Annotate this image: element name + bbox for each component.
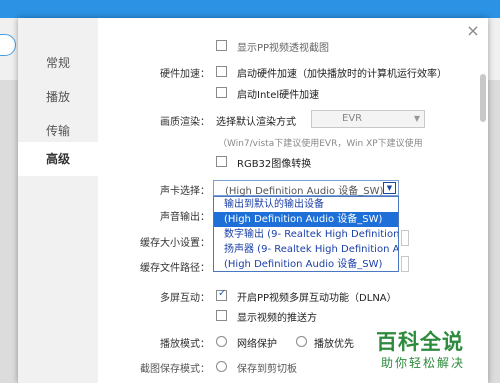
- screenshot-radio[interactable]: [216, 361, 227, 372]
- dropdown-option-selected[interactable]: (High Definition Audio 设备_SW): [214, 212, 398, 227]
- play-mode-network-option: 网络保护: [237, 339, 277, 350]
- intel-accel-option: 启动Intel硬件加速: [237, 90, 320, 101]
- sidebar-item-playback[interactable]: 播放: [18, 80, 98, 114]
- intel-accel-checkbox[interactable]: [216, 87, 227, 98]
- play-mode-play-radio[interactable]: [296, 336, 307, 347]
- render-hint: （Win7/vista下建议使用EVR，Win XP下建议使用: [218, 139, 423, 149]
- chevron-down-icon: ▼: [413, 114, 420, 123]
- rgb32-option: RGB32图像转换: [237, 159, 312, 170]
- play-mode-play-option: 播放优先: [314, 339, 354, 350]
- dropdown-option[interactable]: 输出到默认的输出设备: [214, 197, 398, 212]
- sound-card-select[interactable]: (High Definition Audio 设备_SW) ▼: [213, 180, 399, 197]
- render-choose-label: 选择默认渲染方式: [216, 117, 296, 128]
- sidebar-item-general[interactable]: 常规: [18, 46, 98, 80]
- cache-path-label: 缓存文件路径：: [140, 263, 210, 274]
- render-mode-select[interactable]: EVR ▼: [311, 110, 425, 128]
- top-partial-checkbox[interactable]: [216, 40, 227, 51]
- chevron-down-icon[interactable]: ▼: [383, 182, 396, 194]
- top-partial-option: 显示PP视频透视截图: [237, 43, 330, 54]
- push-checkbox[interactable]: [216, 310, 227, 321]
- dropdown-option[interactable]: 数字输出 (9- Realtek High Definition Audio_S…: [214, 227, 398, 242]
- sound-card-dropdown: 输出到默认的输出设备 (High Definition Audio 设备_SW)…: [213, 196, 399, 272]
- screenshot-option: 保存到剪切板: [237, 364, 297, 375]
- multiscreen-option: 开启PP视频多屏互动功能（DLNA）: [237, 293, 397, 304]
- dropdown-option[interactable]: 扬声器 (9- Realtek High Definition Audio_SW…: [214, 242, 398, 257]
- settings-sidebar: 常规 播放 传输 高级: [18, 18, 98, 383]
- play-mode-network-radio[interactable]: [216, 336, 227, 347]
- sidebar-item-advanced[interactable]: 高级: [18, 142, 98, 176]
- multiscreen-label: 多屏互动：: [160, 293, 210, 304]
- watermark-title: 百科全说: [376, 330, 464, 354]
- hw-accel-label: 硬件加速：: [160, 69, 210, 80]
- app-title-bar: [0, 0, 500, 18]
- watermark-subtitle: 助你轻松解决: [381, 356, 466, 370]
- dropdown-option[interactable]: (High Definition Audio 设备_SW): [214, 257, 398, 272]
- play-mode-label: 播放模式：: [160, 339, 210, 350]
- render-mode-value: EVR: [342, 113, 363, 124]
- rgb32-checkbox[interactable]: [216, 156, 227, 167]
- screenshot-label: 截图保存模式：: [140, 364, 210, 375]
- multiscreen-checkbox[interactable]: [216, 288, 227, 301]
- render-label: 画质渲染：: [160, 117, 210, 128]
- cache-path-input[interactable]: [401, 256, 409, 272]
- cache-size-label: 缓存大小设置：: [140, 238, 210, 249]
- sound-card-label: 声卡选择：: [160, 186, 210, 197]
- watermark-logo: 百科全说 助你轻松解决: [376, 326, 500, 383]
- sound-output-label: 声音输出：: [160, 212, 210, 223]
- push-option: 显示视频的推送方: [237, 313, 317, 324]
- hw-accel-checkbox[interactable]: [216, 66, 227, 77]
- hw-accel-option: 启动硬件加速（加快播放时的计算机运行效率）: [237, 69, 447, 80]
- scrollbar-thumb[interactable]: [480, 74, 486, 122]
- sound-card-value: (High Definition Audio 设备_SW): [225, 186, 384, 197]
- cache-size-input[interactable]: [401, 230, 409, 246]
